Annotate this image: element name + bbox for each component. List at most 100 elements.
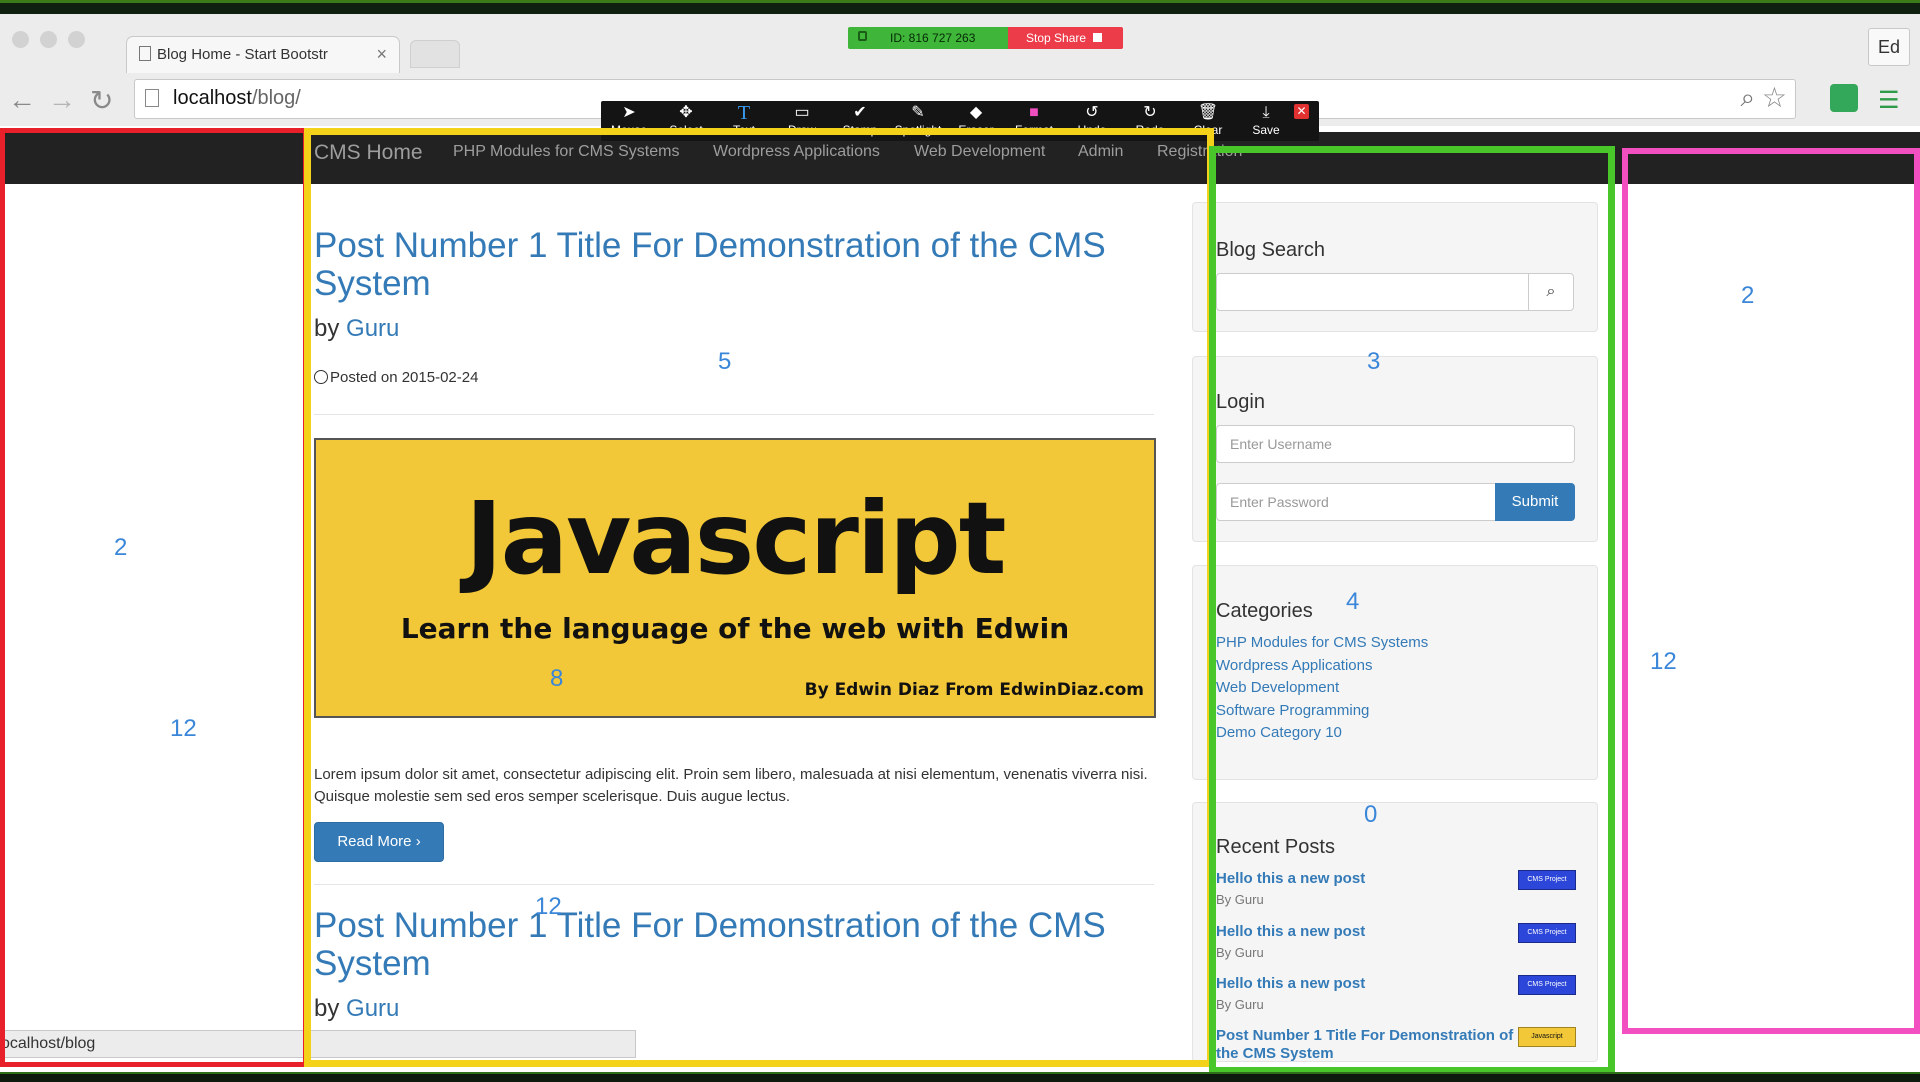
menu-icon[interactable]: ☰	[1878, 86, 1900, 115]
tool-draw[interactable]: ▭ Draw	[774, 103, 830, 137]
recent-posts-well: Recent Posts Hello this a new post By Gu…	[1192, 802, 1598, 1062]
tool-save[interactable]: ⤓ Save	[1238, 103, 1294, 137]
category-link[interactable]: Wordpress Applications	[1216, 657, 1372, 674]
stop-share-button[interactable]: Stop Share	[1008, 27, 1123, 49]
search-button[interactable]: ⌕	[1528, 273, 1574, 311]
recent-post-author: By Guru	[1216, 997, 1264, 1012]
submit-button[interactable]: Submit	[1495, 483, 1575, 521]
recent-post-link[interactable]: Hello this a new post	[1216, 870, 1365, 887]
nav-link[interactable]: Registration	[1157, 143, 1242, 161]
trash-icon: 🗑	[1197, 104, 1219, 121]
chevron-right-icon: ›	[415, 833, 421, 850]
recent-post-thumbnail[interactable]: Javascript	[1518, 1027, 1576, 1047]
address-url: localhost/blog/	[173, 87, 301, 109]
wand-icon: ✎	[911, 104, 925, 121]
post-date: Posted on 2015-02-24	[314, 369, 478, 386]
search-well: Blog Search ⌕	[1192, 202, 1598, 332]
checkmark-icon: ✔	[853, 104, 867, 121]
annotation-number: 8	[550, 665, 564, 692]
tool-eraser[interactable]: ◆ Eraser	[948, 103, 1004, 137]
page-icon	[139, 46, 151, 61]
category-link[interactable]: PHP Modules for CMS Systems	[1216, 634, 1428, 651]
new-tab-button[interactable]	[410, 40, 460, 68]
browser-tab[interactable]: Blog Home - Start Bootstr ×	[126, 36, 400, 73]
annotation-number: 2	[1741, 282, 1755, 309]
undo-icon: ↺	[1085, 104, 1099, 121]
tool-redo[interactable]: ↻ Redo	[1122, 103, 1178, 137]
tool-select[interactable]: ✥ Select	[658, 103, 714, 137]
nav-link[interactable]: Wordpress Applications	[713, 143, 880, 161]
tool-format[interactable]: ■ Format	[1006, 103, 1062, 137]
annotation-toolbar: ➤ Mouse ✥ Select T Text ▭ Draw ✔ Stamp ✎ Spotl…	[601, 101, 1319, 141]
tab-title: Blog Home - Start Bootstr	[157, 46, 328, 63]
recent-post-link[interactable]: Post Number 1 Title For Demonstration of…	[1216, 1027, 1516, 1061]
recent-post-link[interactable]: Hello this a new post	[1216, 975, 1365, 992]
lock-icon	[858, 31, 867, 41]
redo-icon: ↻	[1143, 104, 1157, 121]
bookmark-star-icon[interactable]: ☆	[1762, 81, 1787, 114]
category-link[interactable]: Web Development	[1216, 679, 1339, 696]
annotation-number: 5	[718, 348, 732, 375]
banner-headline: Javascript	[465, 480, 1006, 597]
back-arrow-icon[interactable]: ←	[8, 84, 36, 116]
categories-heading: Categories	[1216, 600, 1313, 622]
post-title-link[interactable]: Post Number 1 Title For Demonstration of…	[314, 227, 1184, 303]
minimize-window-icon[interactable]	[40, 31, 57, 48]
tool-clear[interactable]: 🗑 Clear	[1180, 103, 1236, 137]
nav-link[interactable]: PHP Modules for CMS Systems	[453, 143, 679, 161]
password-field[interactable]: Enter Password	[1216, 483, 1496, 521]
recent-post-thumbnail[interactable]: CMS Project	[1518, 923, 1576, 943]
maximize-window-icon[interactable]	[68, 31, 85, 48]
page-icon	[145, 89, 159, 107]
recent-posts-heading: Recent Posts	[1216, 836, 1335, 858]
meeting-id: ID: 816 727 263	[890, 31, 976, 45]
reload-icon[interactable]: ↻	[90, 84, 113, 117]
recent-post-link[interactable]: Hello this a new post	[1216, 923, 1365, 940]
divider	[314, 414, 1154, 415]
status-url: ocalhost/blog	[0, 1030, 636, 1058]
close-window-icon[interactable]	[12, 31, 29, 48]
nav-link[interactable]: Web Development	[914, 143, 1045, 161]
tool-text[interactable]: T Text	[716, 103, 772, 137]
zoom-icon[interactable]: ⌕	[1740, 82, 1755, 114]
username-field[interactable]: Enter Username	[1216, 425, 1575, 463]
recent-post-thumbnail[interactable]: CMS Project	[1518, 975, 1576, 995]
tool-spotlight[interactable]: ✎ Spotlight	[890, 103, 946, 137]
brand-link[interactable]: CMS Home	[314, 141, 423, 165]
post-byline: by Guru	[314, 995, 400, 1022]
author-link[interactable]: Guru	[346, 995, 399, 1022]
read-more-button[interactable]: Read More ›	[314, 822, 444, 862]
recording-bottom-strip	[0, 1072, 1920, 1082]
eraser-icon: ◆	[969, 104, 983, 121]
close-toolbar-icon[interactable]: ✕	[1294, 104, 1309, 119]
recent-post-author: By Guru	[1216, 945, 1264, 960]
profile-button[interactable]: Ed	[1868, 28, 1910, 66]
annotation-number: 12	[535, 893, 562, 920]
category-link[interactable]: Demo Category 10	[1216, 724, 1342, 741]
color-swatch-icon: ■	[1029, 104, 1039, 121]
recent-post-thumbnail[interactable]: CMS Project	[1518, 870, 1576, 890]
recording-top-strip	[0, 0, 1920, 14]
stop-share-label: Stop Share	[1026, 31, 1087, 45]
tool-mouse[interactable]: ➤ Mouse	[601, 103, 657, 137]
move-icon: ✥	[679, 104, 693, 121]
stop-icon	[1093, 33, 1102, 42]
nav-link[interactable]: Admin	[1078, 143, 1123, 161]
search-input[interactable]	[1216, 273, 1529, 311]
categories-well: Categories PHP Modules for CMS Systems W…	[1192, 565, 1598, 780]
extension-icon[interactable]	[1830, 84, 1858, 112]
recent-post-author: By Guru	[1216, 892, 1264, 907]
close-tab-icon[interactable]: ×	[376, 44, 387, 65]
post-banner-image: Javascript Learn the language of the web…	[314, 438, 1156, 718]
rectangle-icon: ▭	[794, 104, 810, 121]
post-byline: by Guru	[314, 315, 400, 342]
author-link[interactable]: Guru	[346, 315, 399, 342]
tool-stamp[interactable]: ✔ Stamp	[832, 103, 888, 137]
category-link[interactable]: Software Programming	[1216, 702, 1369, 719]
post-title-link[interactable]: Post Number 1 Title For Demonstration of…	[314, 907, 1184, 983]
forward-arrow-icon[interactable]: →	[48, 84, 76, 116]
login-well: Login Enter Username Enter Password Subm…	[1192, 356, 1598, 542]
tool-undo[interactable]: ↺ Undo	[1064, 103, 1120, 137]
text-icon: T	[737, 102, 751, 124]
annotation-number: 12	[1650, 648, 1677, 675]
